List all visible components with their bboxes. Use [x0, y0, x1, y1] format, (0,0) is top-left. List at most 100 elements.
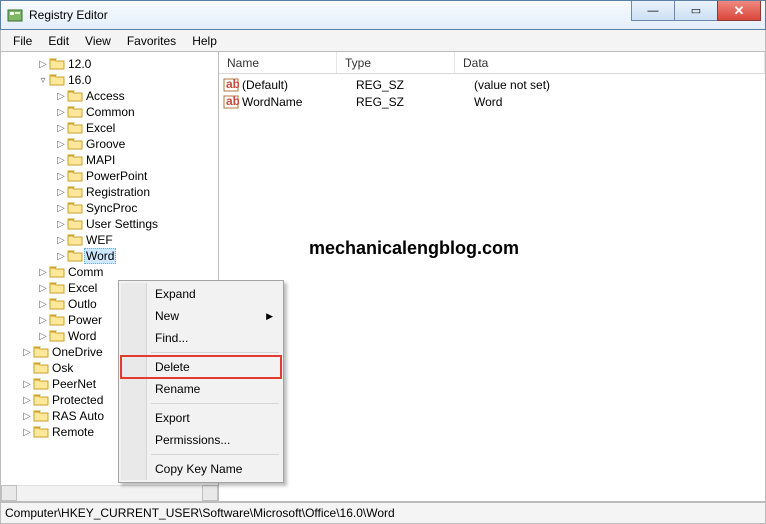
- svg-text:ab: ab: [226, 95, 239, 108]
- expand-icon[interactable]: ▷: [55, 139, 67, 150]
- string-value-icon: ab: [223, 95, 239, 109]
- expand-icon[interactable]: ▷: [55, 91, 67, 102]
- expand-icon[interactable]: ▷: [37, 299, 49, 310]
- tree-item[interactable]: ▷MAPI: [1, 152, 218, 168]
- tree-item[interactable]: ▷ PowerPoint: [1, 168, 218, 184]
- svg-text:ab: ab: [226, 78, 239, 91]
- list-row[interactable]: ab(Default)REG_SZ(value not set): [223, 76, 765, 93]
- context-menu-separator: [151, 352, 279, 353]
- column-name[interactable]: Name: [219, 52, 337, 73]
- expand-icon[interactable]: ▷: [55, 203, 67, 214]
- menu-help[interactable]: Help: [184, 32, 225, 50]
- ctx-copy-key-name[interactable]: Copy Key Name: [121, 458, 281, 480]
- tree-item-label: Outlo: [68, 297, 97, 311]
- titlebar: Registry Editor ― ▭ ✕: [0, 0, 766, 30]
- scroll-right-button[interactable]: [202, 485, 218, 501]
- app-icon: [7, 7, 23, 23]
- ctx-export-label: Export: [155, 411, 190, 425]
- tree-item-label: 12.0: [68, 57, 91, 71]
- tree-item[interactable]: ▷Common: [1, 104, 218, 120]
- ctx-delete-label: Delete: [155, 360, 190, 374]
- list-header: Name Type Data: [219, 52, 765, 74]
- tree-item[interactable]: ▷ Word: [1, 248, 218, 264]
- ctx-rename[interactable]: Rename: [121, 378, 281, 400]
- expand-icon[interactable]: ▷: [37, 267, 49, 278]
- menu-view[interactable]: View: [77, 32, 119, 50]
- client-area: ▷12.0▿16.0▷Access▷Common▷Excel▷Groove▷MA…: [0, 52, 766, 502]
- list-pane: Name Type Data ab(Default)REG_SZ(value n…: [219, 52, 765, 501]
- folder-icon: [49, 57, 65, 71]
- expand-icon[interactable]: ▷: [55, 155, 67, 166]
- ctx-permissions[interactable]: Permissions...: [121, 429, 281, 451]
- expand-icon[interactable]: ▷: [55, 171, 67, 182]
- close-button[interactable]: ✕: [717, 1, 761, 21]
- tree-item-label: PowerPoint: [86, 169, 147, 183]
- watermark-text: mechanicalengblog.com: [309, 238, 519, 259]
- tree-item[interactable]: ▷ 12.0: [1, 56, 218, 72]
- expand-icon[interactable]: ▷: [37, 283, 49, 294]
- expand-icon[interactable]: ▷: [21, 379, 33, 390]
- tree-item[interactable]: ▷Access: [1, 88, 218, 104]
- tree-item-label: Word: [68, 329, 96, 343]
- tree-item-label: SyncProc: [86, 201, 137, 215]
- minimize-button[interactable]: ―: [631, 1, 675, 21]
- minimize-icon: ―: [648, 5, 659, 17]
- expand-icon[interactable]: ▷: [55, 123, 67, 134]
- expand-icon[interactable]: ▷: [55, 251, 67, 262]
- expand-icon[interactable]: ▷: [37, 59, 49, 70]
- menu-file[interactable]: File: [5, 32, 40, 50]
- tree-item-label: Protected: [52, 393, 103, 407]
- tree-item-label: OneDrive: [52, 345, 103, 359]
- tree-item[interactable]: ▷Groove: [1, 136, 218, 152]
- folder-icon: [67, 185, 83, 199]
- expand-icon[interactable]: ▷: [21, 427, 33, 438]
- ctx-export[interactable]: Export: [121, 407, 281, 429]
- tree-item[interactable]: ▷Excel: [1, 120, 218, 136]
- menubar: File Edit View Favorites Help: [0, 30, 766, 52]
- ctx-find[interactable]: Find...: [121, 327, 281, 349]
- expand-icon[interactable]: ▷: [55, 219, 67, 230]
- column-type[interactable]: Type: [337, 52, 455, 73]
- tree-item[interactable]: ▷Comm: [1, 264, 218, 280]
- ctx-expand[interactable]: Expand: [121, 283, 281, 305]
- expand-icon[interactable]: ▷: [55, 107, 67, 118]
- tree-item[interactable]: ▷WEF: [1, 232, 218, 248]
- tree-item-label: Word: [84, 248, 116, 264]
- expand-icon[interactable]: ▷: [21, 395, 33, 406]
- tree-item[interactable]: ▷User Settings: [1, 216, 218, 232]
- ctx-rename-label: Rename: [155, 382, 200, 396]
- list-row[interactable]: abWordNameREG_SZWord: [223, 93, 765, 110]
- menu-favorites[interactable]: Favorites: [119, 32, 184, 50]
- folder-icon: [67, 137, 83, 151]
- expand-icon[interactable]: ▷: [55, 187, 67, 198]
- column-data[interactable]: Data: [455, 52, 765, 73]
- window-title: Registry Editor: [29, 8, 108, 22]
- folder-icon: [49, 281, 65, 295]
- maximize-button[interactable]: ▭: [674, 1, 718, 21]
- ctx-new-label: New: [155, 309, 179, 323]
- ctx-delete[interactable]: Delete: [121, 356, 281, 378]
- ctx-expand-label: Expand: [155, 287, 196, 301]
- tree-item-label: Osk: [52, 361, 73, 375]
- status-path: Computer\HKEY_CURRENT_USER\Software\Micr…: [5, 506, 395, 520]
- scroll-left-button[interactable]: [1, 485, 17, 501]
- ctx-new[interactable]: New▶: [121, 305, 281, 327]
- tree-item-label: RAS Auto: [52, 409, 104, 423]
- hscroll-track[interactable]: [17, 485, 202, 501]
- tree-item[interactable]: ▷ SyncProc: [1, 200, 218, 216]
- expand-icon[interactable]: ▷: [21, 411, 33, 422]
- tree-item[interactable]: ▿16.0: [1, 72, 218, 88]
- folder-icon: [67, 169, 83, 183]
- folder-icon: [67, 201, 83, 215]
- close-icon: ✕: [734, 3, 745, 19]
- expand-icon[interactable]: ▿: [37, 75, 49, 86]
- tree-item-label: Excel: [68, 281, 97, 295]
- menu-edit[interactable]: Edit: [40, 32, 77, 50]
- expand-icon[interactable]: ▷: [37, 315, 49, 326]
- expand-icon[interactable]: ▷: [21, 347, 33, 358]
- cell-name: (Default): [242, 78, 356, 92]
- tree-item[interactable]: ▷Registration: [1, 184, 218, 200]
- expand-icon[interactable]: ▷: [37, 331, 49, 342]
- folder-icon: [33, 377, 49, 391]
- expand-icon[interactable]: ▷: [55, 235, 67, 246]
